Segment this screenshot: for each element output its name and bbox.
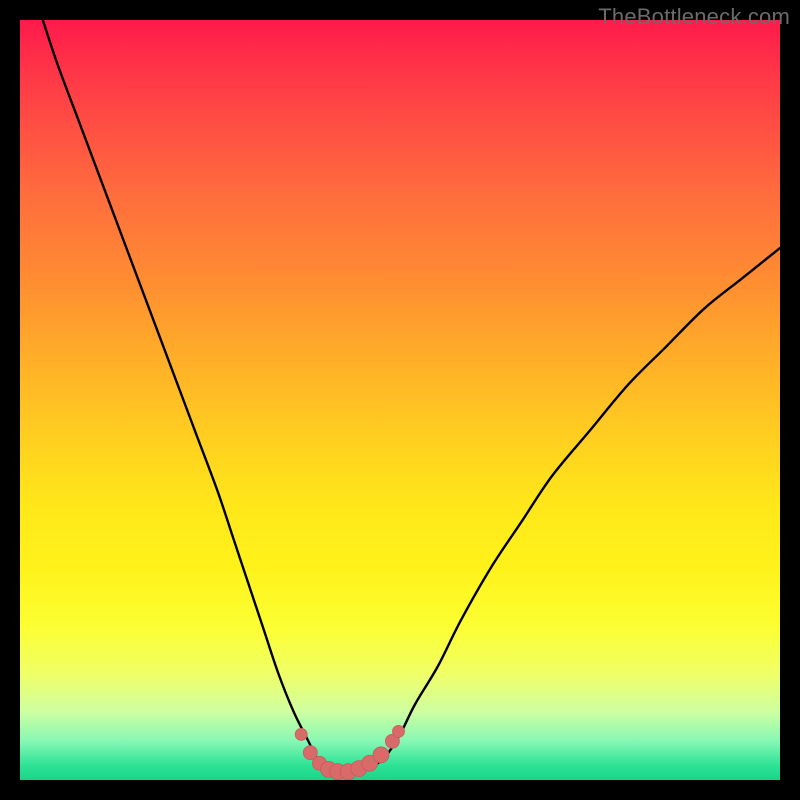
chart-frame: TheBottleneck.com <box>0 0 800 800</box>
valley-marker <box>392 725 404 737</box>
valley-marker <box>373 747 389 763</box>
chart-svg <box>20 20 780 780</box>
bottleneck-curve <box>43 20 780 773</box>
valley-marker <box>295 728 307 740</box>
valley-marker-group <box>295 725 404 779</box>
watermark-text: TheBottleneck.com <box>598 4 790 30</box>
plot-area <box>20 20 780 780</box>
